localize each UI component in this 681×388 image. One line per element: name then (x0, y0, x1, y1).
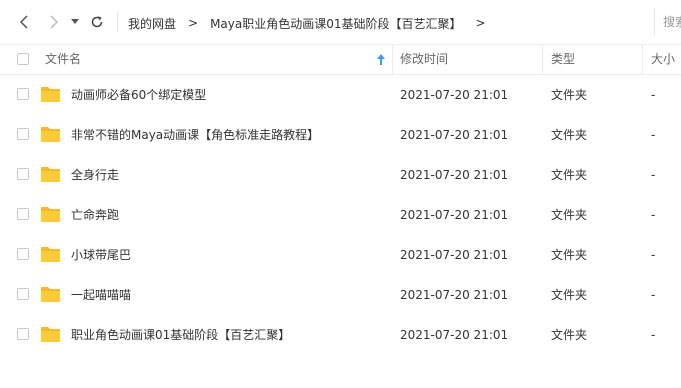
breadcrumb-item-current[interactable]: Maya职业角色动画课01基础阶段【百艺汇聚】 (210, 15, 461, 32)
file-type: 文件夹 (551, 168, 588, 182)
history-dropdown-button[interactable] (69, 13, 81, 31)
column-header-name[interactable]: 文件名 (45, 45, 81, 74)
file-modified: 2021-07-20 21:01 (400, 168, 509, 182)
column-header-modified[interactable]: 修改时间 (400, 45, 448, 74)
file-modified: 2021-07-20 21:01 (400, 128, 509, 142)
folder-icon (41, 87, 60, 102)
folder-icon (41, 167, 60, 182)
chevron-right-icon (50, 15, 59, 29)
file-size: - (651, 168, 656, 182)
column-divider[interactable] (642, 45, 643, 74)
file-size: - (651, 128, 656, 142)
row-checkbox[interactable] (17, 288, 29, 300)
row-checkbox[interactable] (17, 328, 29, 340)
breadcrumb-item-root[interactable]: 我的网盘 (128, 15, 176, 32)
file-size: - (651, 208, 656, 222)
row-checkbox[interactable] (17, 208, 29, 220)
file-name: 一起喵喵喵 (71, 288, 132, 302)
column-divider[interactable] (392, 45, 393, 74)
file-row[interactable]: 动画师必备60个绑定模型 2021-07-20 21:01 文件夹 - (0, 75, 681, 115)
column-header-type[interactable]: 类型 (551, 45, 575, 74)
search-input[interactable] (655, 8, 681, 35)
folder-icon (41, 127, 60, 142)
file-type: 文件夹 (551, 88, 588, 102)
row-checkbox[interactable] (17, 248, 29, 260)
folder-icon (41, 327, 60, 342)
caret-down-icon (71, 19, 79, 24)
folder-icon (41, 207, 60, 222)
file-row[interactable]: 全身行走 2021-07-20 21:01 文件夹 - (0, 155, 681, 195)
chevron-left-icon (19, 15, 28, 29)
file-modified: 2021-07-20 21:01 (400, 288, 509, 302)
forward-button[interactable] (45, 13, 63, 31)
file-row[interactable]: 一起喵喵喵 2021-07-20 21:01 文件夹 - (0, 275, 681, 315)
select-all-checkbox[interactable] (17, 53, 29, 65)
file-row[interactable]: 非常不错的Maya动画课【角色标准走路教程】 2021-07-20 21:01 … (0, 115, 681, 155)
file-modified: 2021-07-20 21:01 (400, 248, 509, 262)
file-name: 职业角色动画课01基础阶段【百艺汇聚】 (71, 328, 291, 342)
column-header-size[interactable]: 大小 (651, 45, 675, 74)
file-size: - (651, 248, 656, 262)
file-name: 小球带尾巴 (71, 248, 132, 262)
file-modified: 2021-07-20 21:01 (400, 208, 509, 222)
file-modified: 2021-07-20 21:01 (400, 328, 509, 342)
file-type: 文件夹 (551, 248, 588, 262)
file-name: 全身行走 (71, 168, 120, 182)
sort-arrow-up-icon[interactable] (376, 53, 386, 66)
file-name: 动画师必备60个绑定模型 (71, 88, 207, 102)
row-checkbox[interactable] (17, 128, 29, 140)
file-size: - (651, 328, 656, 342)
folder-icon (41, 247, 60, 262)
file-size: - (651, 288, 656, 302)
file-type: 文件夹 (551, 208, 588, 222)
breadcrumb-separator: > (188, 16, 199, 30)
file-type: 文件夹 (551, 128, 588, 142)
search-box (654, 8, 681, 35)
back-button[interactable] (15, 13, 33, 31)
file-row[interactable]: 小球带尾巴 2021-07-20 21:01 文件夹 - (0, 235, 681, 275)
toolbar: 我的网盘 > Maya职业角色动画课01基础阶段【百艺汇聚】 > (0, 0, 681, 45)
file-name: 非常不错的Maya动画课【角色标准走路教程】 (71, 128, 320, 142)
file-type: 文件夹 (551, 288, 588, 302)
column-divider[interactable] (542, 45, 543, 74)
breadcrumb-separator: > (475, 16, 486, 30)
breadcrumb: 我的网盘 > Maya职业角色动画课01基础阶段【百艺汇聚】 > (128, 15, 486, 31)
row-checkbox[interactable] (17, 168, 29, 180)
file-list-header: 文件名 修改时间 类型 大小 (0, 45, 681, 75)
file-type: 文件夹 (551, 328, 588, 342)
file-modified: 2021-07-20 21:01 (400, 88, 509, 102)
row-checkbox[interactable] (17, 88, 29, 100)
folder-icon (41, 287, 60, 302)
toolbar-divider (117, 12, 118, 32)
refresh-button[interactable] (88, 13, 106, 31)
file-name: 亡命奔跑 (71, 208, 120, 222)
file-size: - (651, 88, 656, 102)
file-row[interactable]: 职业角色动画课01基础阶段【百艺汇聚】 2021-07-20 21:01 文件夹… (0, 315, 681, 355)
file-row[interactable]: 亡命奔跑 2021-07-20 21:01 文件夹 - (0, 195, 681, 235)
refresh-icon (91, 16, 103, 28)
